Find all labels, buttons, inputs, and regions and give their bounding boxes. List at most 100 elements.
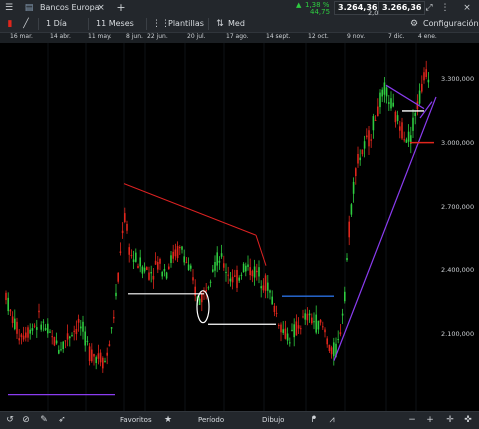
- candle-body: [84, 331, 86, 346]
- candle-body: [62, 341, 64, 350]
- candle-body: [346, 258, 348, 261]
- change-up-icon: ▲: [296, 1, 302, 9]
- candle-body: [284, 328, 287, 339]
- candle-body: [225, 271, 227, 273]
- candle-body: [396, 115, 399, 121]
- candle-body: [286, 333, 289, 341]
- price-type-select[interactable]: Med: [228, 19, 245, 28]
- date-label: 17 ago.: [226, 33, 249, 40]
- candle-body: [339, 332, 342, 335]
- candle-body: [423, 72, 425, 81]
- candle-body: [20, 334, 23, 338]
- candle-body: [231, 276, 234, 283]
- range-select[interactable]: 11 Meses: [96, 19, 134, 28]
- chart-canvas[interactable]: [0, 43, 479, 411]
- date-label: 12 oct.: [308, 33, 329, 40]
- add-tab-button[interactable]: +: [116, 2, 126, 14]
- ask-price[interactable]: 3.266,36: [378, 1, 426, 15]
- templates-button[interactable]: Plantillas: [168, 19, 204, 28]
- candle-body: [282, 329, 284, 333]
- candle-body: [324, 329, 326, 333]
- date-label: 9 nov.: [347, 33, 366, 40]
- y-axis-label: 3.300,000: [441, 75, 475, 83]
- candle-body: [326, 338, 328, 345]
- candle-body: [64, 340, 67, 342]
- candle-body: [341, 313, 344, 316]
- crosshair-move-icon[interactable]: ✜: [462, 414, 474, 426]
- candle-body: [95, 357, 97, 364]
- candle-body: [29, 329, 31, 334]
- drawing-button[interactable]: Dibujo: [262, 412, 284, 429]
- settings-button[interactable]: Configuración: [423, 19, 479, 28]
- no-draw-icon[interactable]: ⊘: [20, 414, 32, 426]
- candle-body: [328, 344, 331, 352]
- line-type-icon[interactable]: ╱: [20, 18, 32, 30]
- candle-body: [154, 260, 157, 265]
- zoom-out-icon[interactable]: −: [406, 414, 418, 426]
- cursor-icon[interactable]: ➶: [56, 414, 68, 426]
- candle-body: [216, 252, 218, 266]
- candle-body: [205, 289, 207, 292]
- sidebar-toggle-icon[interactable]: ☰: [4, 2, 14, 14]
- close-tab-icon[interactable]: ×: [96, 2, 106, 14]
- candle-body: [278, 325, 280, 327]
- indicator-icon[interactable]: ᖰ: [308, 414, 320, 426]
- candle-body: [260, 286, 262, 289]
- candle-body: [368, 130, 370, 147]
- maximize-icon[interactable]: ⤢: [424, 2, 434, 14]
- flag-line: [419, 101, 433, 119]
- candle-body: [190, 265, 192, 269]
- candle-body: [242, 263, 245, 273]
- candle-body: [212, 269, 214, 272]
- candle-body: [110, 327, 113, 329]
- candle-body: [25, 332, 27, 338]
- candle-body: [99, 352, 102, 363]
- favorites-button[interactable]: Favoritos: [120, 412, 152, 429]
- more-icon[interactable]: ⋮: [440, 2, 450, 14]
- candle-body: [139, 257, 141, 267]
- candle-body: [38, 310, 40, 313]
- candle-body: [403, 139, 405, 141]
- candle-body: [293, 324, 295, 338]
- candle-body: [218, 260, 221, 263]
- candle-body: [18, 338, 20, 341]
- candle-body: [91, 349, 93, 362]
- candle-body: [361, 149, 364, 155]
- time-axis: 16 mar. 14 abr. 11 may. 8 jun. 22 jun. 2…: [0, 33, 479, 43]
- candle-type-icon[interactable]: ▮: [4, 18, 16, 30]
- candle-body: [385, 87, 388, 97]
- candle-body: [97, 353, 100, 359]
- candle-body: [256, 270, 258, 273]
- instrument-name[interactable]: Bancos Europa: [40, 3, 100, 12]
- crosshair-icon[interactable]: ✛: [444, 414, 456, 426]
- close-window-icon[interactable]: ×: [462, 2, 472, 14]
- candle-body: [352, 181, 355, 194]
- study-icon[interactable]: ⩘: [326, 414, 338, 426]
- candle-body: [317, 320, 320, 330]
- undo-icon[interactable]: ↺: [4, 414, 16, 426]
- candle-body: [157, 261, 159, 270]
- period-button[interactable]: Período: [198, 412, 224, 429]
- interval-select[interactable]: 1 Día: [46, 19, 67, 28]
- candle-body: [377, 106, 379, 117]
- candle-body: [40, 324, 42, 330]
- candle-body: [9, 309, 12, 312]
- candle-body: [350, 204, 353, 215]
- date-label: 4 ene.: [418, 33, 437, 40]
- candle-body: [194, 286, 196, 296]
- candle-body: [53, 336, 56, 346]
- candle-body: [379, 92, 381, 108]
- candle-body: [405, 139, 408, 143]
- candle-body: [137, 265, 139, 269]
- candle-body: [289, 342, 291, 344]
- candle-body: [273, 305, 276, 313]
- candle-body: [308, 313, 311, 316]
- candle-body: [234, 275, 236, 277]
- zoom-in-icon[interactable]: +: [424, 414, 436, 426]
- gear-icon[interactable]: ⚙: [408, 18, 420, 30]
- price-chart[interactable]: 3.300,000 3.000,000 2.700,000 2.400,000 …: [0, 43, 479, 411]
- candle-body: [187, 264, 190, 271]
- pencil-icon[interactable]: ✎: [38, 414, 50, 426]
- star-icon[interactable]: ★: [162, 414, 174, 426]
- candle-body: [427, 79, 430, 83]
